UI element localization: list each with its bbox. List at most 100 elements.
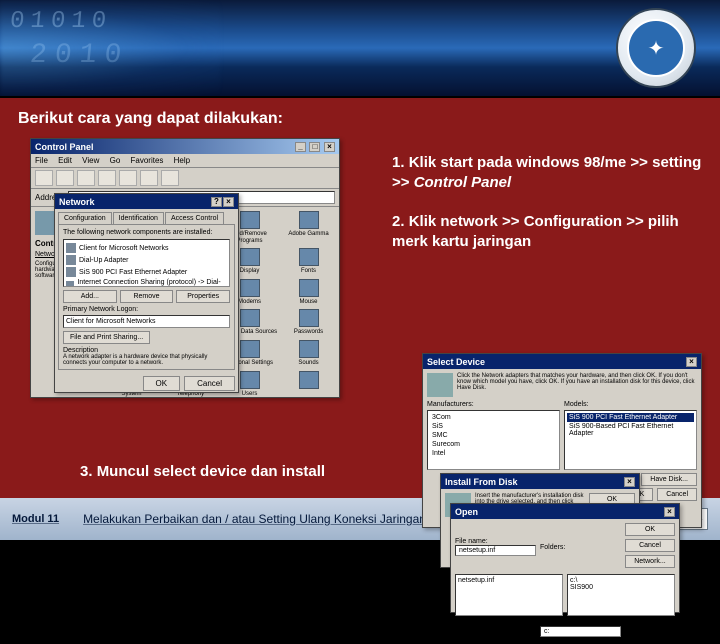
add-button[interactable]: Add... <box>63 290 117 303</box>
idisk-title: Install From Disk <box>445 477 518 487</box>
sd-mfg-label: Manufacturers: <box>427 401 560 408</box>
close-icon[interactable]: × <box>324 142 335 152</box>
open-ok-button[interactable]: OK <box>625 523 675 536</box>
open-body: File name: netsetup.inf Folders: OK Canc… <box>451 519 679 644</box>
sd-model-label: Models: <box>564 401 697 408</box>
net-title: Network <box>59 197 95 207</box>
logo-inner: ✦ <box>627 19 685 77</box>
step3-num: 3. <box>80 463 93 480</box>
open-filename-label: File name: <box>455 538 536 545</box>
sd-model-selected[interactable]: SiS 900 PCI Fast Ethernet Adapter <box>567 413 694 422</box>
minimize-icon[interactable]: _ <box>295 142 306 152</box>
sd-model-col: Models: SiS 900 PCI Fast Ethernet Adapte… <box>564 401 697 470</box>
tb-back-icon[interactable] <box>35 170 53 186</box>
sd-mfg-item[interactable]: Intel <box>430 449 557 458</box>
step2-text: Klik network >> Configuration >> pilih m… <box>392 213 679 250</box>
net-tabs: Configuration Identification Access Cont… <box>55 209 238 224</box>
cp-icon-item[interactable] <box>280 371 337 398</box>
open-file-list[interactable]: netsetup.inf <box>455 574 563 616</box>
step-3: 3. Muncul select device dan install <box>80 463 325 480</box>
net-cancel-button[interactable]: Cancel <box>184 376 235 391</box>
sd-close-icon[interactable]: × <box>686 357 697 367</box>
menu-view[interactable]: View <box>82 156 99 165</box>
net-list-item[interactable]: Dial-Up Adapter <box>66 254 227 266</box>
step3-text: Muncul select device dan install <box>97 463 325 480</box>
net-list-item[interactable]: Client for Microsoft Networks <box>66 242 227 254</box>
sd-cancel-button[interactable]: Cancel <box>657 488 697 501</box>
tb-paste-icon[interactable] <box>140 170 158 186</box>
open-titlebar: Open × <box>451 504 679 519</box>
intro-text: Berikut cara yang dapat dilakukan: <box>18 110 702 128</box>
menu-edit[interactable]: Edit <box>58 156 72 165</box>
open-close-icon[interactable]: × <box>664 507 675 517</box>
tab-identification[interactable]: Identification <box>113 212 164 224</box>
sd-mfg-item[interactable]: SMC <box>430 431 557 440</box>
idisk-close-icon[interactable]: × <box>624 477 635 487</box>
sd-mfg-item[interactable]: SiS <box>430 422 557 431</box>
open-folder-item-1[interactable]: SIS900 <box>570 584 672 591</box>
step-2: 2. Klik network >> Configuration >> pili… <box>392 212 702 253</box>
step1-text-b: Control Panel <box>414 174 512 191</box>
have-disk-button[interactable]: Have Disk... <box>641 473 697 486</box>
remove-button[interactable]: Remove <box>120 290 174 303</box>
cp-icon-item[interactable]: Sounds <box>280 340 337 367</box>
net-list-item[interactable]: SiS 900 PCI Fast Ethernet Adapter <box>66 266 227 278</box>
school-logo: ✦ <box>616 8 696 88</box>
cp-icon-item[interactable]: Passwords <box>280 309 337 336</box>
open-filename-input[interactable]: netsetup.inf <box>455 545 536 556</box>
menu-go[interactable]: Go <box>110 156 121 165</box>
tb-forward-icon[interactable] <box>56 170 74 186</box>
properties-button[interactable]: Properties <box>176 290 230 303</box>
open-network-button[interactable]: Network... <box>625 555 675 568</box>
decor-digits-2: 2010 <box>29 40 131 71</box>
sd-mfg-item[interactable]: 3Com <box>430 413 557 422</box>
sd-model-list[interactable]: SiS 900 PCI Fast Ethernet Adapter SiS 90… <box>564 410 697 470</box>
tb-copy-icon[interactable] <box>119 170 137 186</box>
sd-title: Select Device <box>427 357 485 367</box>
sd-mfg-list[interactable]: 3ComSiSSMCSurecomIntel <box>427 410 560 470</box>
open-drives-select[interactable]: c: <box>540 626 621 637</box>
net-ok-button[interactable]: OK <box>143 376 181 391</box>
menu-help[interactable]: Help <box>174 156 190 165</box>
tb-up-icon[interactable] <box>77 170 95 186</box>
net-list-item[interactable]: Internet Connection Sharing (protocol) -… <box>66 278 227 287</box>
network-dialog: Network ?× Configuration Identification … <box>54 193 239 393</box>
cp-titlebar: Control Panel _ □ × <box>31 139 339 154</box>
open-dialog: Open × File name: netsetup.inf Folders: … <box>450 503 680 613</box>
sd-lists: Manufacturers: 3ComSiSSMCSurecomIntel Mo… <box>427 401 697 470</box>
footer-module: Modul 11 <box>12 513 59 525</box>
net-body: The following network components are ins… <box>58 224 235 370</box>
file-print-sharing-button[interactable]: File and Print Sharing... <box>63 331 150 344</box>
tb-cut-icon[interactable] <box>98 170 116 186</box>
open-drives-label: Drives: <box>540 619 621 626</box>
tab-access-control[interactable]: Access Control <box>165 212 224 224</box>
net-logon-select[interactable]: Client for Microsoft Networks <box>63 315 230 328</box>
net-button-row: Add... Remove Properties <box>63 290 230 303</box>
step2-num: 2. <box>392 213 405 230</box>
cp-menubar: File Edit View Go Favorites Help <box>31 154 339 168</box>
menu-favorites[interactable]: Favorites <box>131 156 164 165</box>
net-components-list[interactable]: Client for Microsoft NetworksDial-Up Ada… <box>63 239 230 287</box>
net-help-icon[interactable]: ? <box>211 197 222 207</box>
sd-mfg-item[interactable]: Surecom <box>430 440 557 449</box>
open-folder-item-0[interactable]: c:\ <box>570 577 672 584</box>
footer-title: Melakukan Perbaikan dan / atau Setting U… <box>83 512 426 526</box>
tb-undo-icon[interactable] <box>161 170 179 186</box>
net-close-icon[interactable]: × <box>223 197 234 207</box>
open-folder-list[interactable]: c:\ SIS900 <box>567 574 675 616</box>
open-cancel-button[interactable]: Cancel <box>625 539 675 552</box>
open-folders-label: Folders: <box>540 544 621 551</box>
cp-icon-item[interactable]: Adobe Gamma <box>280 211 337 244</box>
sd-mfg-col: Manufacturers: 3ComSiSSMCSurecomIntel <box>427 401 560 470</box>
maximize-icon[interactable]: □ <box>309 142 320 152</box>
sd-titlebar: Select Device × <box>423 354 701 369</box>
net-components-label: The following network components are ins… <box>63 229 230 236</box>
menu-file[interactable]: File <box>35 156 48 165</box>
net-bottom-buttons: OK Cancel <box>55 373 238 394</box>
tab-configuration[interactable]: Configuration <box>58 212 112 224</box>
cp-icon-item[interactable]: Fonts <box>280 248 337 275</box>
open-file-item[interactable]: netsetup.inf <box>458 577 560 584</box>
cp-icon-item[interactable]: Mouse <box>280 279 337 306</box>
step1-num: 1. <box>392 154 405 171</box>
sd-model-item[interactable]: SiS 900-Based PCI Fast Ethernet Adapter <box>567 422 694 438</box>
